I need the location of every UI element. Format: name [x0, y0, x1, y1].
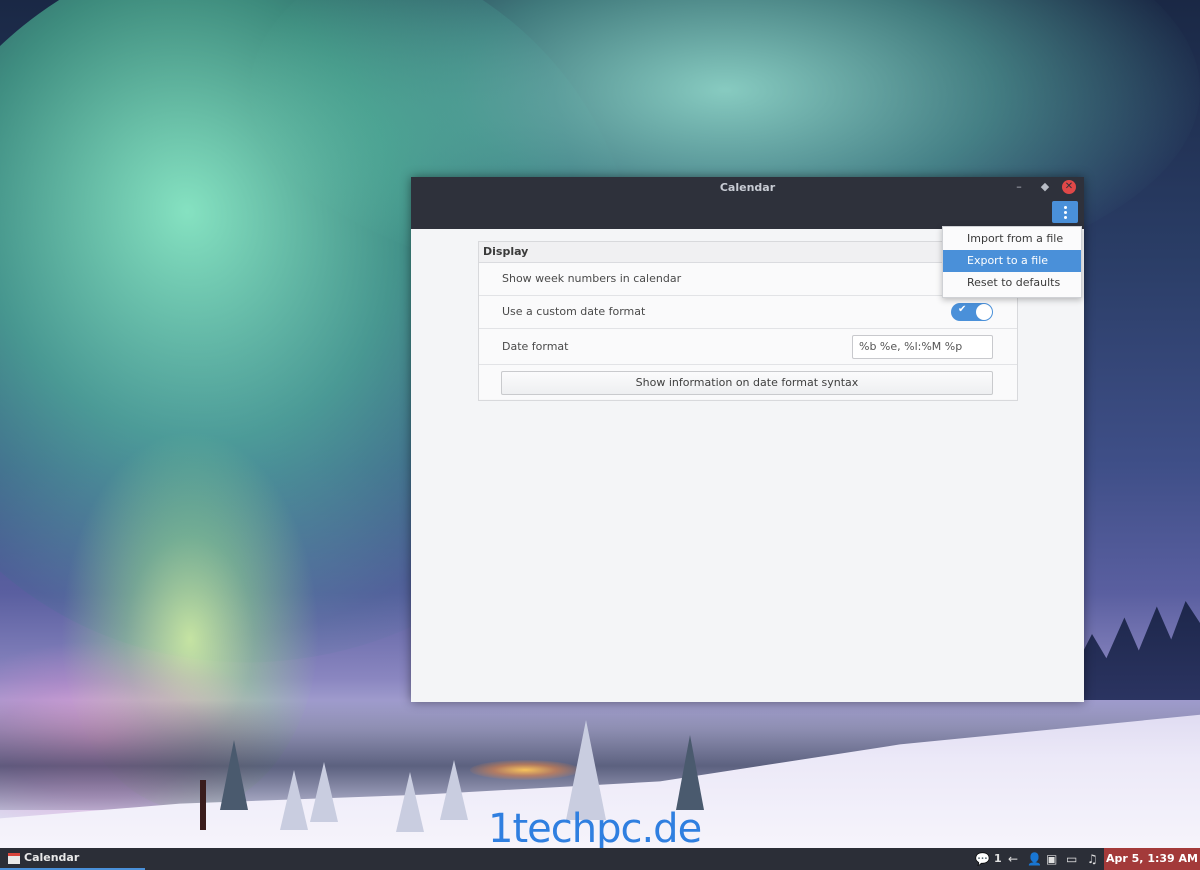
- window-title: Calendar: [719, 181, 776, 194]
- notifications-icon[interactable]: 💬: [975, 850, 990, 868]
- marker-post: [200, 780, 206, 830]
- user-icon[interactable]: 👤: [1027, 850, 1042, 868]
- app-menu-button[interactable]: [1052, 201, 1078, 223]
- snowy-tree: [310, 762, 338, 822]
- disk-icon[interactable]: ▣: [1046, 850, 1057, 868]
- notification-count: 1: [994, 852, 1002, 865]
- menu-item-reset[interactable]: Reset to defaults: [943, 272, 1081, 294]
- taskbar-item-calendar[interactable]: Calendar: [0, 848, 145, 870]
- clock[interactable]: Apr 5, 1:39 AM: [1104, 848, 1200, 870]
- setting-row-syntax-info: Show information on date format syntax: [479, 365, 1017, 399]
- taskbar-item-label: Calendar: [24, 851, 80, 864]
- back-arrow-icon[interactable]: ←: [1008, 850, 1018, 868]
- menu-item-import[interactable]: Import from a file: [943, 228, 1081, 250]
- setting-label: Use a custom date format: [502, 305, 646, 318]
- taskbar: Calendar 💬 1 ← 👤 ▣ ▭ ♫ Apr 5, 1:39 AM: [0, 848, 1200, 870]
- show-syntax-info-button[interactable]: Show information on date format syntax: [501, 371, 993, 395]
- minimize-button[interactable]: –: [1012, 180, 1026, 194]
- display-settings-card: Display Show week numbers in calendar Us…: [478, 241, 1018, 401]
- menu-item-label: Reset to defaults: [967, 276, 1061, 289]
- setting-label: Show week numbers in calendar: [502, 272, 682, 285]
- music-icon[interactable]: ♫: [1087, 850, 1098, 868]
- setting-row-custom-date: Use a custom date format ✔: [479, 296, 1017, 329]
- date-format-input[interactable]: %b %e, %l:%M %p: [852, 335, 993, 359]
- date-format-value: %b %e, %l:%M %p: [859, 340, 963, 353]
- snowy-tree: [440, 760, 468, 820]
- calendar-icon: [8, 853, 20, 864]
- toggle-knob: [976, 304, 992, 320]
- close-button[interactable]: ✕: [1062, 180, 1076, 194]
- menu-item-export[interactable]: Export to a file: [943, 250, 1081, 272]
- maximize-button[interactable]: ◆: [1038, 180, 1052, 194]
- menu-item-label: Import from a file: [967, 232, 1064, 245]
- watermark-text: 1techpc.de: [488, 806, 702, 848]
- section-title: Display: [483, 245, 529, 258]
- snowy-tree: [396, 772, 424, 832]
- custom-date-toggle[interactable]: ✔: [951, 303, 993, 321]
- check-icon: ✔: [958, 304, 967, 315]
- window-titlebar[interactable]: Calendar – ◆ ✕: [411, 177, 1084, 229]
- snowy-tree: [280, 770, 308, 830]
- setting-label: Date format: [502, 340, 569, 353]
- setting-row-date-format: Date format %b %e, %l:%M %p: [479, 329, 1017, 365]
- setting-row-week-numbers[interactable]: Show week numbers in calendar: [479, 263, 1017, 296]
- bare-tree: [676, 735, 704, 810]
- display-icon[interactable]: ▭: [1066, 850, 1077, 868]
- menu-item-label: Export to a file: [967, 254, 1049, 267]
- village-lights: [470, 760, 580, 780]
- bare-tree: [220, 740, 248, 810]
- section-header: Display: [479, 242, 1017, 263]
- app-menu-popover: Import from a file Export to a file Rese…: [942, 226, 1082, 298]
- snowy-tree: [566, 720, 606, 820]
